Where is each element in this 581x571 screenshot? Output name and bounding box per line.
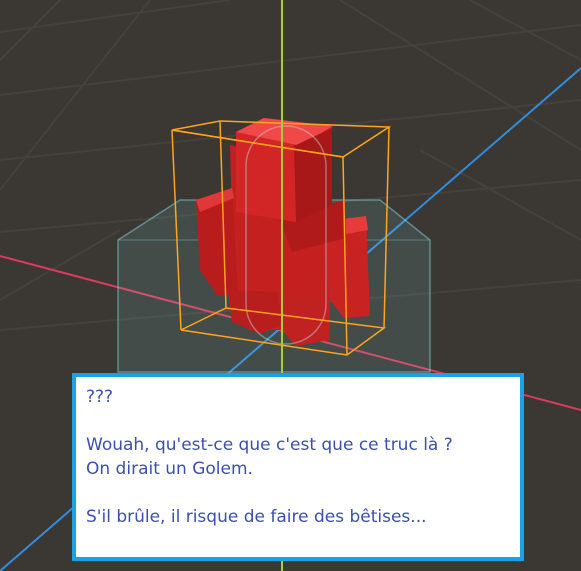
dialog-line-2: On dirait un Golem. — [86, 459, 253, 479]
dialog-line-3: S'il brûle, il risque de faire des bêtis… — [86, 507, 427, 527]
dialog-box[interactable]: ??? Wouah, qu'est-ce que c'est que ce tr… — [72, 373, 524, 561]
dialog-line-1: Wouah, qu'est-ce que c'est que ce truc l… — [86, 435, 453, 455]
dialog-spacer — [86, 409, 510, 433]
dialog-spacer-2 — [86, 481, 510, 505]
dialog-speaker-name: ??? — [86, 387, 114, 407]
scene-viewport[interactable]: ??? Wouah, qu'est-ce que c'est que ce tr… — [0, 0, 581, 571]
